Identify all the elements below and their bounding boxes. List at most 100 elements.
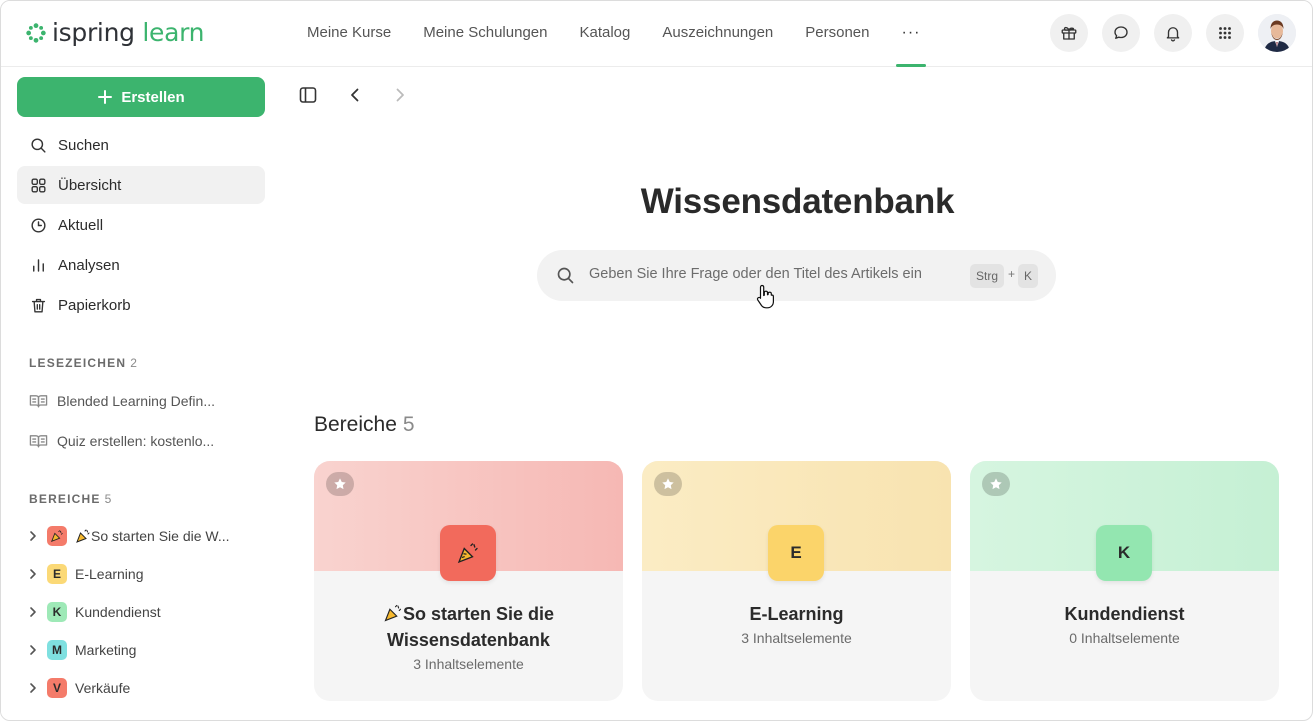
apps-button[interactable]: [1206, 14, 1244, 52]
area-label: E-Learning: [75, 566, 144, 582]
bookmark-item[interactable]: Quiz erstellen: kostenlo...: [29, 429, 214, 453]
bookmark-label: Quiz erstellen: kostenlo...: [57, 433, 215, 449]
area-badge: K: [47, 602, 67, 622]
area-badge: E: [47, 564, 67, 584]
chevron-right-icon[interactable]: [27, 644, 39, 656]
party-popper-icon: [76, 529, 90, 543]
sidebar-item-label: Analysen: [58, 256, 120, 274]
area-card-title: Kundendienst: [1064, 604, 1185, 624]
chat-button[interactable]: [1102, 14, 1140, 52]
chevron-right-icon[interactable]: [27, 606, 39, 618]
star-icon: [990, 478, 1002, 490]
main-nav: Meine Kurse Meine Schulungen Katalog Aus…: [291, 1, 936, 67]
bar-chart-icon: [33, 258, 44, 272]
bookmarks-count: 2: [130, 356, 139, 370]
bell-icon: [1166, 27, 1180, 42]
area-tile: E: [768, 525, 824, 581]
open-book-icon: [29, 395, 48, 408]
hand-pointer-cursor-icon: [756, 284, 774, 309]
bookmark-item[interactable]: Blended Learning Defin...: [29, 389, 215, 413]
area-tile: K: [1096, 525, 1152, 581]
nav-personen[interactable]: Personen: [789, 1, 885, 67]
area-card-title: E-Learning: [749, 604, 844, 624]
plus-icon: [98, 90, 113, 104]
sidebar-area-marketing[interactable]: M Marketing: [27, 638, 136, 662]
sidebar-item-search[interactable]: Suchen: [17, 126, 265, 164]
open-book-icon: [29, 435, 48, 448]
gift-button[interactable]: [1050, 14, 1088, 52]
area-card-subtitle: 0 Inhaltselemente: [1069, 630, 1180, 646]
party-popper-icon: [457, 543, 478, 564]
sidebar-item-label: Übersicht: [58, 176, 122, 194]
areas-heading-text: Bereiche: [314, 413, 397, 436]
nav-katalog[interactable]: Katalog: [563, 1, 646, 67]
top-bar: ispring learn Meine Kurse Meine Schulung…: [1, 1, 1312, 67]
shortcut-key-k: K: [1018, 264, 1039, 288]
chevron-right-icon[interactable]: [27, 568, 39, 580]
area-badge: [47, 526, 67, 546]
ispring-logo-icon: [26, 22, 46, 43]
sidebar-item-analytics[interactable]: Analysen: [17, 246, 265, 284]
trash-icon: [31, 298, 46, 313]
area-card-so-starten[interactable]: So starten Sie die Wissensdatenbank 3 In…: [314, 461, 623, 701]
sidebar-item-label: Suchen: [58, 136, 109, 154]
area-label: Verkäufe: [75, 680, 131, 696]
bookmarks-title: LESEZEICHEN: [29, 356, 127, 370]
sidebar-item-trash[interactable]: Papierkorb: [17, 286, 265, 324]
sidebar-area-e-learning[interactable]: E E-Learning: [27, 562, 144, 586]
bookmark-label: Blended Learning Defin...: [57, 393, 215, 409]
nav-auszeichnungen[interactable]: Auszeichnungen: [646, 1, 789, 67]
favorite-button[interactable]: [654, 472, 682, 496]
search-icon: [31, 137, 46, 153]
area-card-kundendienst[interactable]: K Kundendienst 0 Inhaltselemente: [970, 461, 1279, 701]
favorite-button[interactable]: [982, 472, 1010, 496]
nav-meine-kurse[interactable]: Meine Kurse: [291, 1, 407, 67]
top-icons: [1050, 14, 1296, 52]
area-label: Marketing: [75, 642, 137, 658]
star-icon: [334, 478, 346, 490]
forward-arrow-icon[interactable]: [390, 85, 410, 105]
clock-icon: [31, 217, 46, 233]
user-avatar[interactable]: [1258, 14, 1296, 52]
areas-heading-count: 5: [402, 413, 415, 436]
area-card-subtitle: 3 Inhaltselemente: [741, 630, 852, 646]
sidebar-area-verkaeufe[interactable]: V Verkäufe: [27, 676, 130, 700]
areas-heading: Bereiche 5: [314, 413, 415, 437]
sidebar-area-so-starten[interactable]: So starten Sie die W...: [27, 524, 230, 548]
search-placeholder: Geben Sie Ihre Frage oder den Titel des …: [589, 266, 922, 282]
area-label: So starten Sie die W...: [91, 528, 230, 544]
area-card-subtitle: 3 Inhaltselemente: [413, 656, 524, 672]
logo-text-part1: ispring: [52, 18, 135, 47]
main-content: Wissensdatenbank Geben Sie Ihre Frage od…: [281, 67, 1312, 720]
area-card-title-text: So starten Sie die Wissensdatenbank: [387, 604, 555, 650]
knowledge-search-bar[interactable]: Geben Sie Ihre Frage oder den Titel des …: [537, 250, 1056, 301]
area-badge: V: [47, 678, 67, 698]
sidebar-area-kundendienst[interactable]: K Kundendienst: [27, 600, 161, 624]
nav-meine-schulungen[interactable]: Meine Schulungen: [407, 1, 563, 67]
sidebar-item-overview[interactable]: Übersicht: [17, 166, 265, 204]
notifications-button[interactable]: [1154, 14, 1192, 52]
app-window: ispring learn Meine Kurse Meine Schulung…: [0, 0, 1313, 721]
sidebar-item-recent[interactable]: Aktuell: [17, 206, 265, 244]
create-button[interactable]: Erstellen: [17, 77, 265, 117]
sidebar-toggle-icon[interactable]: [298, 85, 318, 105]
logo[interactable]: ispring learn: [25, 18, 204, 47]
search-icon: [557, 267, 574, 284]
back-arrow-icon[interactable]: [345, 85, 365, 105]
areas-section-title: BEREICHE 5: [29, 492, 113, 506]
nav-more-button[interactable]: ···: [886, 1, 937, 67]
star-icon: [662, 478, 674, 490]
sidebar-item-label: Papierkorb: [58, 296, 131, 314]
shortcut-key-strg: Strg: [970, 264, 1005, 288]
sidebar-item-label: Aktuell: [58, 216, 104, 234]
sidebar: Erstellen Suchen Übersicht Aktuell Analy…: [1, 67, 281, 720]
chevron-right-icon[interactable]: [27, 530, 39, 542]
favorite-button[interactable]: [326, 472, 354, 496]
area-card-title: So starten Sie die Wissensdatenbank: [334, 601, 603, 653]
chevron-right-icon[interactable]: [27, 682, 39, 694]
logo-text: ispring learn: [52, 18, 204, 47]
bookmarks-section-title: LESEZEICHEN 2: [29, 356, 138, 370]
area-card-e-learning[interactable]: E E-Learning 3 Inhaltselemente: [642, 461, 951, 701]
page-title: Wissensdatenbank: [640, 182, 955, 221]
area-tile: [440, 525, 496, 581]
